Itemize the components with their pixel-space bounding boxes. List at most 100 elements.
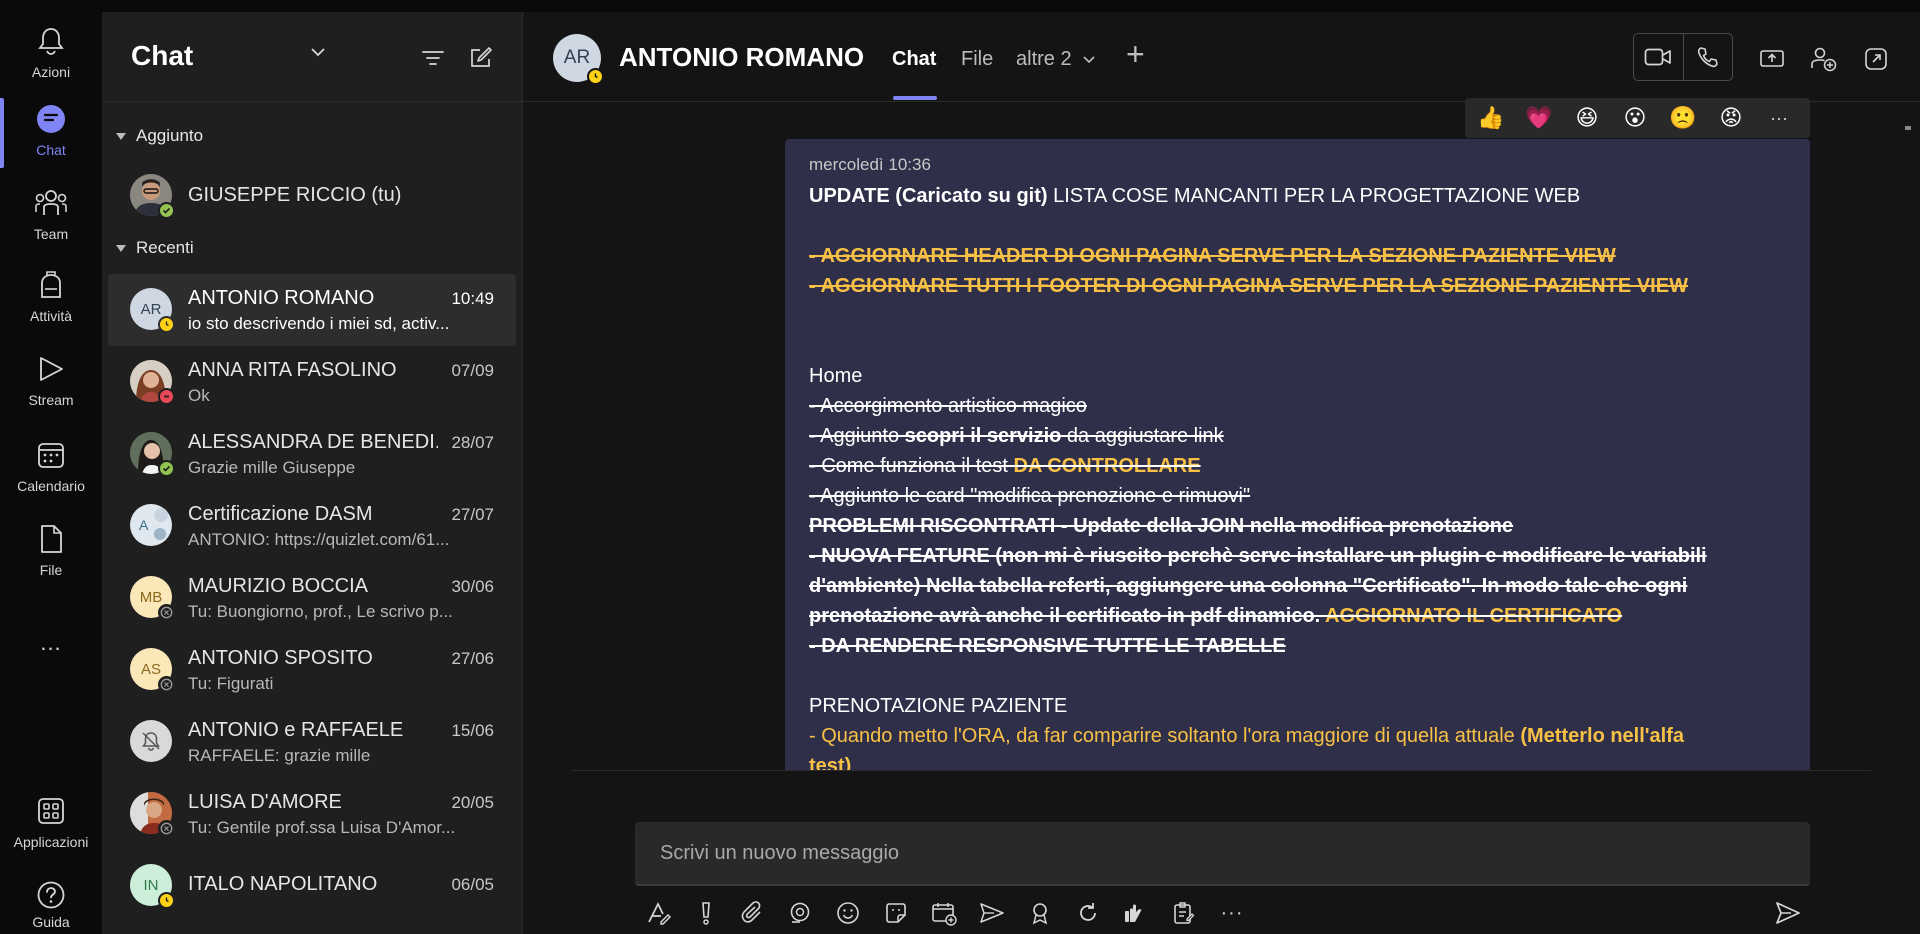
attach-button[interactable]	[738, 898, 768, 928]
refresh-button[interactable]	[1073, 898, 1103, 928]
section-label: Aggiunto	[136, 126, 204, 145]
loop-button[interactable]	[785, 898, 815, 928]
emoji-icon	[837, 902, 859, 924]
chat-row-self[interactable]: GIUSEPPE RICCIO (tu)	[108, 162, 516, 228]
filter-icon[interactable]	[420, 45, 446, 71]
section-recent[interactable]: Recenti	[116, 238, 194, 258]
refresh-icon	[1080, 903, 1096, 921]
audio-call-button[interactable]	[1682, 34, 1733, 80]
message-text: da aggiustare link	[1061, 425, 1224, 447]
new-chat-icon[interactable]	[468, 45, 494, 71]
send-button[interactable]	[1773, 898, 1803, 928]
status-offline-icon	[158, 820, 175, 837]
conversation-pane: AR ANTONIO ROMANO Chat File altre 2 + 👍 …	[522, 12, 1920, 934]
section-label: Recenti	[136, 238, 194, 257]
chevron-down-icon[interactable]	[310, 47, 326, 57]
compose-box[interactable]: Scrivi un nuovo messaggio	[635, 822, 1810, 886]
tab-chat[interactable]: Chat	[892, 48, 936, 71]
apps-icon	[34, 794, 68, 828]
rail-item-chat[interactable]: Chat	[0, 98, 102, 180]
rail-item-team[interactable]: Team	[0, 186, 102, 264]
pop-out-button[interactable]	[1862, 45, 1890, 73]
tab-file[interactable]: File	[961, 48, 993, 71]
surprised-reaction[interactable]: 😮	[1621, 104, 1649, 132]
status-away-icon	[587, 68, 604, 85]
schedule-send-button[interactable]	[977, 898, 1007, 928]
add-people-button[interactable]	[1809, 45, 1837, 73]
add-people-icon	[1811, 47, 1837, 72]
laugh-reaction[interactable]: 😆	[1573, 104, 1601, 132]
rail-item-applicazioni[interactable]: Applicazioni	[0, 794, 102, 872]
team-icon	[34, 186, 68, 220]
rail-item-calendario[interactable]: Calendario	[0, 438, 102, 516]
chat-row[interactable]: ANNA RITA FASOLINO 07/09 Ok	[108, 346, 516, 418]
rail-label: Team	[33, 226, 69, 242]
chat-time: 20/05	[451, 793, 494, 812]
message-line: d'ambiente) Nella tabella referti, aggiu…	[809, 575, 1688, 597]
message-text: prenotazione avrà anche il certificato i…	[809, 605, 1326, 627]
chat-row[interactable]: MB MAURIZIO BOCCIA 30/06 Tu: Buongiorno,…	[108, 562, 516, 634]
compose-placeholder: Scrivi un nuovo messaggio	[660, 842, 900, 864]
status-away-icon	[158, 316, 175, 333]
status-busy-icon	[158, 388, 175, 405]
message-text: - Quando metto l'ORA, da far comparire s…	[809, 725, 1521, 747]
section-pinned[interactable]: Aggiunto	[116, 126, 203, 146]
like-reaction[interactable]: 👍	[1477, 104, 1505, 132]
rail-item-attivita[interactable]: Attività	[0, 268, 102, 346]
share-screen-button[interactable]	[1758, 45, 1786, 73]
more-dots-icon: ...	[40, 630, 62, 655]
forms-button[interactable]	[1168, 898, 1198, 928]
rail-item-file[interactable]: File	[0, 522, 102, 600]
rail-item-stream[interactable]: Stream	[0, 352, 102, 430]
avatar	[130, 360, 175, 405]
angry-reaction[interactable]: 😡	[1717, 104, 1745, 132]
add-tab-button[interactable]: +	[1126, 36, 1145, 73]
more-options-icon[interactable]: ···	[1765, 104, 1793, 132]
rail-more-button[interactable]: ...	[0, 630, 102, 660]
message-line: test)	[809, 755, 852, 770]
send-icon	[1776, 902, 1800, 924]
bell-off-icon	[142, 732, 160, 751]
rail-label: Azioni	[31, 64, 71, 80]
chat-row[interactable]: AS ANTONIO SPOSITO 27/06 Tu: Figurati	[108, 634, 516, 706]
avatar[interactable]: AR	[553, 34, 604, 85]
format-icon	[648, 902, 671, 925]
important-button[interactable]	[691, 898, 721, 928]
message-line: PROBLEMI RISCONTRATI - Update della JOIN…	[809, 515, 1514, 537]
message-line: - AGGIORNARE TUTTI I FOOTER DI OGNI PAGI…	[809, 275, 1688, 297]
scrollbar-thumb[interactable]	[1905, 126, 1911, 130]
heart-reaction[interactable]: 💗	[1525, 104, 1553, 132]
chat-list-title[interactable]: Chat	[131, 40, 193, 72]
chat-name: ANNA RITA FASOLINO	[188, 359, 397, 381]
chat-row[interactable]: ANTONIO e RAFFAELE 15/06 RAFFAELE: grazi…	[108, 706, 516, 778]
exclamation-icon	[702, 902, 710, 925]
more-options-icon[interactable]: ···	[1217, 898, 1247, 928]
chat-row[interactable]: ALESSANDRA DE BENEDI... 28/07 Grazie mil…	[108, 418, 516, 490]
message-bubble[interactable]: mercoledì 10:36 UPDATE (Caricato su git)…	[785, 139, 1810, 770]
sticker-button[interactable]	[881, 898, 911, 928]
meet-now-button[interactable]	[929, 898, 959, 928]
video-call-button[interactable]	[1634, 34, 1683, 80]
message-line: - DA RENDERE RESPONSIVE TUTTE LE TABELLE	[809, 635, 1286, 657]
approvals-button[interactable]	[1120, 898, 1150, 928]
muted-group-avatar	[130, 720, 172, 762]
message-line: - Aggiunto scopri il servizio da aggiust…	[809, 421, 1786, 451]
rail-item-guida[interactable]: Guida	[0, 878, 102, 934]
sad-reaction[interactable]: 🙁	[1669, 104, 1697, 132]
avatar: AR	[130, 288, 175, 333]
chat-row[interactable]: LUISA D'AMORE 20/05 Tu: Gentile prof.ssa…	[108, 778, 516, 850]
avatar	[130, 174, 175, 219]
rail-item-azioni[interactable]: Azioni	[0, 24, 102, 102]
format-button[interactable]	[643, 898, 673, 928]
chat-row[interactable]: AR ANTONIO ROMANO 10:49 io sto descriven…	[108, 274, 516, 346]
emoji-button[interactable]	[833, 898, 863, 928]
chat-row[interactable]: A Certificazione DASM 27/07 ANTONIO: htt…	[108, 490, 516, 562]
praise-button[interactable]	[1025, 898, 1055, 928]
chat-time: 30/06	[451, 577, 494, 596]
chat-row[interactable]: IN ITALO NAPOLITANO 06/05	[108, 850, 516, 922]
status-offline-icon	[158, 604, 175, 621]
reaction-bar: 👍 💗 😆 😮 🙁 😡 ···	[1465, 98, 1810, 138]
tab-more[interactable]: altre 2	[1016, 48, 1095, 71]
